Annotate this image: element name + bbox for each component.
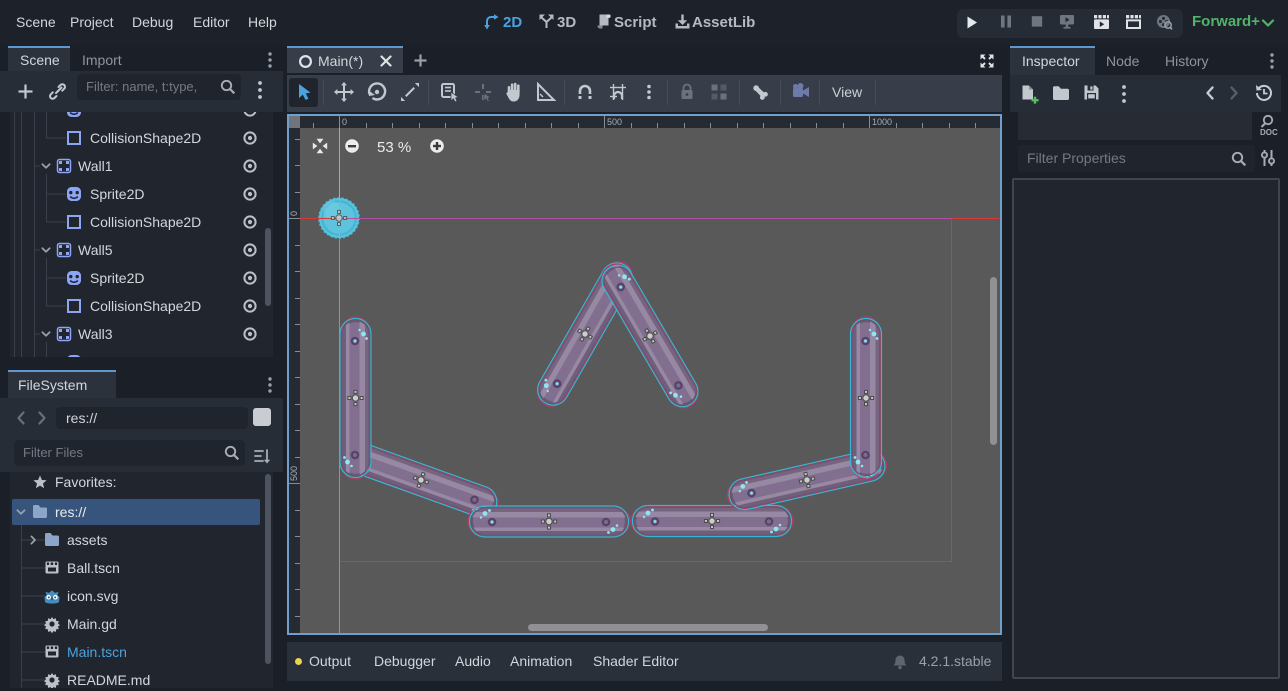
svg-text:View: View xyxy=(832,84,863,100)
svg-text:Main.tscn: Main.tscn xyxy=(67,644,127,660)
svg-text:Favorites:: Favorites: xyxy=(55,474,116,490)
svg-text:assets: assets xyxy=(67,532,107,548)
svg-text:1000: 1000 xyxy=(872,117,892,127)
svg-text:Ball.tscn: Ball.tscn xyxy=(67,560,120,576)
svg-text:Wall3: Wall3 xyxy=(78,326,113,342)
svg-text:Main.gd: Main.gd xyxy=(67,616,117,632)
svg-text:500: 500 xyxy=(289,466,299,481)
svg-text:500: 500 xyxy=(607,117,622,127)
svg-text:0: 0 xyxy=(342,117,347,127)
svg-text:Sprite2D: Sprite2D xyxy=(90,186,144,202)
svg-text:DOC: DOC xyxy=(1260,128,1278,137)
svg-text:Wall1: Wall1 xyxy=(78,158,113,174)
svg-text:icon.svg: icon.svg xyxy=(67,588,118,604)
svg-text:53 %: 53 % xyxy=(377,139,411,156)
svg-text:Sprite2D: Sprite2D xyxy=(90,270,144,286)
svg-text:CollisionShape2D: CollisionShape2D xyxy=(90,214,201,230)
svg-text:Wall5: Wall5 xyxy=(78,242,113,258)
svg-text:CollisionShape2D: CollisionShape2D xyxy=(90,130,201,146)
svg-text:res://: res:// xyxy=(55,504,86,520)
svg-text:0: 0 xyxy=(289,211,299,216)
svg-text:CollisionShape2D: CollisionShape2D xyxy=(90,298,201,314)
svg-text:README.md: README.md xyxy=(67,672,150,688)
